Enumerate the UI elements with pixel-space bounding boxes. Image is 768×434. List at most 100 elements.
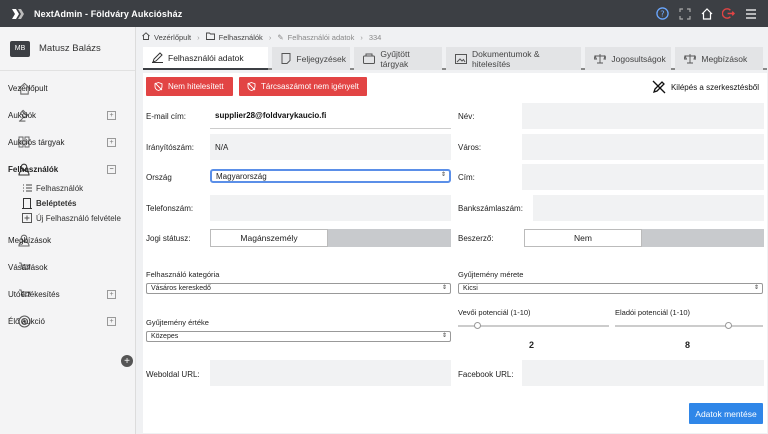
seller-potential-slider[interactable] xyxy=(615,322,763,329)
plus-box-icon xyxy=(22,213,32,223)
select-arrow-icon: ⇕ xyxy=(753,285,759,291)
home-icon[interactable] xyxy=(699,6,714,21)
legal-status-option[interactable]: Magánszemély xyxy=(210,229,328,247)
user-form-panel: Nem hitelesített Tárcsaszámot nem igénye… xyxy=(143,73,767,433)
expand-icon[interactable]: + xyxy=(107,289,116,299)
address-field[interactable] xyxy=(522,164,764,190)
breadcrumb-root[interactable]: Vezérlőpult xyxy=(154,33,191,42)
slider-handle[interactable] xyxy=(724,322,732,329)
pen-icon xyxy=(152,52,163,63)
city-field[interactable] xyxy=(522,134,764,160)
sidebar-item-live-auction[interactable]: Élő aukció + xyxy=(0,314,136,328)
name-field[interactable] xyxy=(522,103,764,129)
sidebar-item-auctions[interactable]: Aukciók + xyxy=(0,108,136,122)
website-label: Weboldal URL: xyxy=(146,370,200,379)
top-bar: NextAdmin - Földváry Aukciósház ? xyxy=(0,0,768,27)
bank-account-field[interactable] xyxy=(533,195,764,221)
note-icon xyxy=(281,53,291,64)
facebook-field[interactable] xyxy=(522,360,764,386)
city-label: Város: xyxy=(458,143,482,152)
legal-status-toggle[interactable]: Magánszemély xyxy=(210,229,451,247)
sidebar-subitem-new-user[interactable]: Új Felhasználó felvétele xyxy=(22,213,121,223)
sidebar-item-users[interactable]: Felhasználók − xyxy=(0,162,136,176)
app-title: NextAdmin - Földváry Aukciósház xyxy=(34,8,183,19)
user-name: Matusz Balázs xyxy=(39,43,101,54)
sidebar-toggle-icon[interactable]: + xyxy=(121,355,133,367)
user-box[interactable]: MB Matusz Balázs xyxy=(0,27,135,71)
breadcrumb: Vezérlőpult › Felhasználók › ✎ Felhaszná… xyxy=(142,31,381,43)
tab-permissions[interactable]: Jogosultságok xyxy=(585,47,672,70)
breadcrumb-section[interactable]: Felhasználók xyxy=(219,33,263,42)
avatar: MB xyxy=(10,40,30,57)
home-icon xyxy=(142,32,150,42)
seller-potential-label: Eladói potenciál (1-10) xyxy=(615,308,691,317)
sidebar-item-purchases[interactable]: Vásárlások xyxy=(0,260,136,274)
exit-edit-button[interactable]: Kilépés a szerkesztésből xyxy=(652,80,759,94)
slider-handle[interactable] xyxy=(474,322,481,329)
expand-icon[interactable]: + xyxy=(107,110,116,120)
menu-icon[interactable] xyxy=(743,6,758,21)
phone-field[interactable] xyxy=(210,195,451,221)
category-select[interactable]: Vásáros kereskedő ⇕ xyxy=(146,283,451,294)
tab-collected-items[interactable]: Gyűjtött tárgyak xyxy=(354,47,443,70)
address-label: Cím: xyxy=(458,173,475,182)
save-button[interactable]: Adatok mentése xyxy=(689,403,763,424)
zip-label: Irányítószám: xyxy=(146,143,195,152)
logout-icon[interactable] xyxy=(721,6,736,21)
sidebar-item-mandates[interactable]: Megbízások xyxy=(0,233,136,247)
sidebar-subitem-checkin[interactable]: Beléptetés xyxy=(22,197,76,209)
edit-off-icon xyxy=(652,80,666,94)
email-field[interactable]: supplier28@foldvarykaucio.fi xyxy=(210,103,451,129)
shield-off-icon xyxy=(247,82,256,91)
legal-status-label: Jogi státusz: xyxy=(146,234,191,243)
expand-icon[interactable]: + xyxy=(107,137,116,147)
bank-label: Bankszámlaszám: xyxy=(458,204,523,213)
box-icon xyxy=(363,53,376,64)
collection-size-select[interactable]: Kicsi ⇕ xyxy=(458,283,763,294)
tab-notes[interactable]: Feljegyzések xyxy=(272,47,351,70)
buyer-potential-value: 2 xyxy=(529,340,535,350)
facebook-label: Facebook URL: xyxy=(458,370,514,379)
country-select[interactable]: Magyarország ⇕ xyxy=(210,169,451,183)
expand-icon[interactable]: + xyxy=(107,316,116,326)
sidebar-item-auction-items[interactable]: Aukciós tárgyak + xyxy=(0,135,136,149)
name-label: Név: xyxy=(458,112,475,121)
collection-value-label: Gyűjtemény értéke xyxy=(146,318,209,327)
door-icon xyxy=(22,197,32,209)
breadcrumb-id: 334 xyxy=(368,32,382,42)
sidebar-item-dashboard[interactable]: Vezérlőpult xyxy=(0,81,136,95)
help-icon[interactable]: ? xyxy=(655,6,670,21)
collection-size-label: Gyűjtemény mérete xyxy=(458,270,524,279)
shield-off-icon xyxy=(154,82,163,91)
category-label: Felhasználó kategória xyxy=(146,270,220,279)
sidebar-subitem-users[interactable]: Felhasználók xyxy=(22,183,83,193)
tab-user-data[interactable]: Felhasználói adatok xyxy=(143,47,269,70)
supplier-label: Beszerző: xyxy=(458,234,494,243)
supplier-option[interactable]: Nem xyxy=(524,229,642,247)
tab-mandates[interactable]: Megbízások xyxy=(675,47,764,70)
fullscreen-icon[interactable] xyxy=(677,6,692,21)
sidebar-item-after-sale[interactable]: Utóértékesítés + xyxy=(0,287,136,301)
collapse-icon[interactable]: − xyxy=(107,164,116,174)
buyer-potential-label: Vevői potenciál (1-10) xyxy=(458,308,531,317)
tab-documents[interactable]: Dokumentumok & hitelesítés xyxy=(446,47,582,70)
buyer-potential-slider[interactable] xyxy=(458,322,609,329)
seller-potential-value: 8 xyxy=(685,340,691,350)
collection-value-select[interactable]: Közepes ⇕ xyxy=(146,331,451,342)
not-verified-button[interactable]: Nem hitelesített xyxy=(146,77,233,96)
select-arrow-icon: ⇕ xyxy=(441,333,447,339)
supplier-toggle[interactable]: Nem xyxy=(524,229,764,247)
main-content: Vezérlőpult › Felhasználók › ✎ Felhaszná… xyxy=(136,27,768,434)
scale-icon xyxy=(684,53,697,64)
no-phone-auction-button[interactable]: Tárcsaszámot nem igényelt xyxy=(239,77,367,96)
svg-text:?: ? xyxy=(660,8,664,18)
breadcrumb-page[interactable]: Felhasználói adatok xyxy=(288,33,355,42)
zip-field[interactable]: N/A xyxy=(210,134,451,160)
folder-icon xyxy=(205,32,215,42)
app-logo-icon xyxy=(8,4,28,24)
website-field[interactable] xyxy=(210,360,451,386)
select-arrow-icon: ⇕ xyxy=(441,285,447,291)
pen-icon: ✎ xyxy=(277,32,284,42)
select-arrow-icon: ⇕ xyxy=(440,172,446,178)
scale-icon xyxy=(594,53,607,64)
